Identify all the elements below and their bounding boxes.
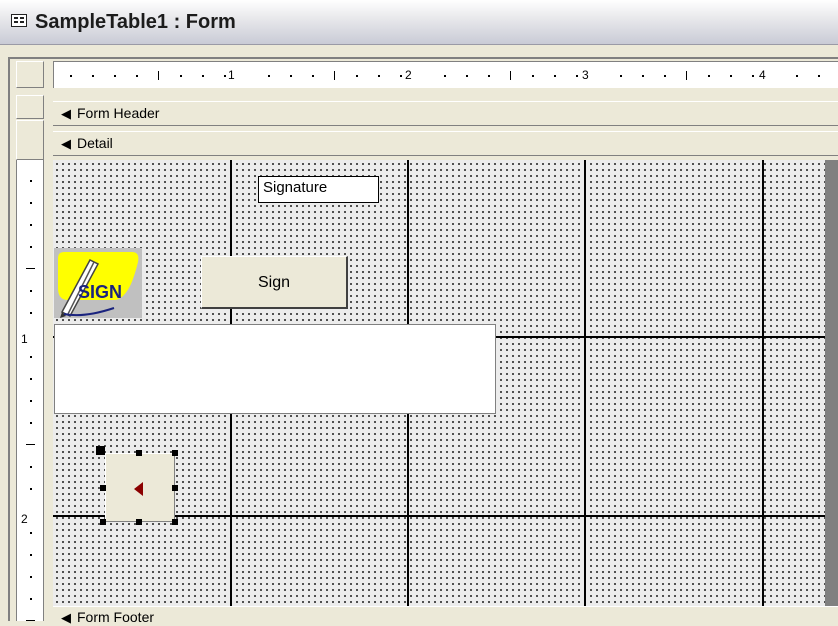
sign-logo-text: SIGN xyxy=(78,282,122,302)
frame-border-left xyxy=(8,57,10,621)
ruler-number-v2: 2 xyxy=(21,512,28,526)
section-arrow-icon: ◀ xyxy=(61,610,71,625)
ruler-tick xyxy=(26,444,35,445)
ruler-tick xyxy=(378,75,380,77)
section-arrow-icon: ◀ xyxy=(61,136,71,151)
ruler-tick xyxy=(30,180,32,182)
detail-bar[interactable]: ◀ Detail xyxy=(53,131,838,156)
ruler-tick xyxy=(576,75,578,77)
ruler-tick xyxy=(30,312,32,314)
form-footer-label: Form Footer xyxy=(77,609,155,625)
ruler-tick xyxy=(554,75,556,77)
ruler-number-2: 2 xyxy=(405,68,412,82)
title-bar: SampleTable1 : Form xyxy=(0,0,838,45)
ruler-tick xyxy=(466,75,468,77)
signature-textbox[interactable]: Signature xyxy=(258,176,379,203)
grid-line xyxy=(762,160,764,608)
ruler-tick xyxy=(686,71,687,80)
ruler-tick xyxy=(30,466,32,468)
form-header-bar[interactable]: ◀ Form Header xyxy=(53,101,838,126)
ruler-tick xyxy=(730,75,732,77)
resize-handle[interactable] xyxy=(172,450,178,456)
section-arrow-icon: ◀ xyxy=(61,106,71,121)
ruler-tick xyxy=(268,75,270,77)
ruler-tick xyxy=(30,598,32,600)
ruler-tick xyxy=(30,378,32,380)
resize-handle[interactable] xyxy=(172,485,178,491)
resize-handle[interactable] xyxy=(136,450,142,456)
ruler-tick xyxy=(30,554,32,556)
ruler-tick xyxy=(356,75,358,77)
resize-handle-move[interactable] xyxy=(96,446,105,455)
grid-line xyxy=(584,160,586,608)
ruler-number-v1: 1 xyxy=(21,332,28,346)
horizontal-ruler[interactable]: 1 2 3 4 xyxy=(53,61,838,88)
ruler-tick xyxy=(312,75,314,77)
section-selectors xyxy=(16,95,44,160)
header-section-selector[interactable] xyxy=(16,95,44,119)
ruler-tick xyxy=(818,75,820,77)
sign-button[interactable]: Sign xyxy=(201,256,348,309)
ruler-tick xyxy=(642,75,644,77)
form-header-label: Form Header xyxy=(77,105,160,121)
ruler-tick xyxy=(180,75,182,77)
detail-section-selector[interactable] xyxy=(16,120,44,160)
ruler-tick xyxy=(30,488,32,490)
ruler-tick xyxy=(620,75,622,77)
signature-display-box[interactable] xyxy=(54,324,496,414)
resize-handle[interactable] xyxy=(100,519,106,525)
ruler-tick xyxy=(30,290,32,292)
ruler-tick xyxy=(30,356,32,358)
ruler-tick xyxy=(26,268,35,269)
ruler-tick xyxy=(30,422,32,424)
ruler-tick xyxy=(752,75,754,77)
ruler-tick xyxy=(290,75,292,77)
ruler-tick xyxy=(114,75,116,77)
ruler-tick xyxy=(92,75,94,77)
ruler-tick xyxy=(224,75,226,77)
ruler-number-4: 4 xyxy=(759,68,766,82)
right-edge xyxy=(825,160,838,621)
ruler-tick xyxy=(158,71,159,80)
ruler-tick xyxy=(30,532,32,534)
ruler-tick xyxy=(334,71,335,80)
sign-logo-image[interactable]: SIGN xyxy=(54,248,142,318)
ruler-tick xyxy=(136,75,138,77)
ruler-number-3: 3 xyxy=(582,68,589,82)
ruler-tick xyxy=(30,576,32,578)
form-footer-bar[interactable]: ◀ Form Footer xyxy=(53,606,838,626)
ruler-tick xyxy=(796,75,798,77)
ruler-tick xyxy=(708,75,710,77)
vertical-ruler[interactable]: 1 2 xyxy=(16,160,44,621)
ruler-tick xyxy=(664,75,666,77)
detail-label: Detail xyxy=(77,135,113,151)
ruler-tick xyxy=(30,224,32,226)
ruler-tick xyxy=(444,75,446,77)
ruler-number-1: 1 xyxy=(228,68,235,82)
window-title: SampleTable1 : Form xyxy=(35,11,236,33)
ruler-tick xyxy=(532,75,534,77)
form-icon xyxy=(11,14,27,27)
resize-handle[interactable] xyxy=(136,519,142,525)
nav-back-button[interactable] xyxy=(105,453,175,522)
form-selector[interactable] xyxy=(16,61,44,88)
ruler-tick xyxy=(488,75,490,77)
ruler-tick xyxy=(202,75,204,77)
ruler-tick xyxy=(30,400,32,402)
frame-border-top xyxy=(8,57,838,59)
ruler-tick xyxy=(30,246,32,248)
resize-handle[interactable] xyxy=(172,519,178,525)
resize-handle[interactable] xyxy=(100,485,106,491)
ruler-tick xyxy=(400,75,402,77)
ruler-tick xyxy=(30,202,32,204)
left-arrow-icon xyxy=(134,482,143,496)
ruler-tick xyxy=(70,75,72,77)
ruler-tick xyxy=(510,71,511,80)
